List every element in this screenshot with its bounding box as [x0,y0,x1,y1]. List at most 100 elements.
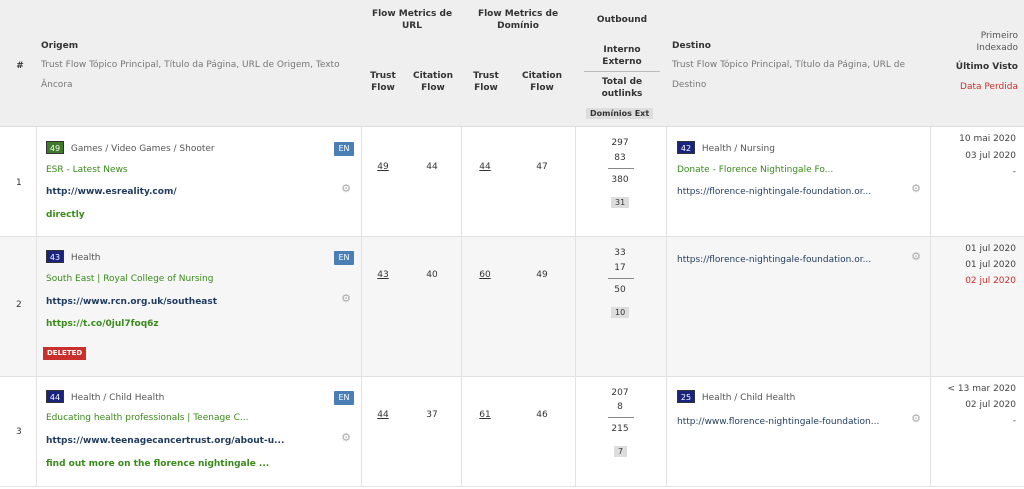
source-url-link[interactable]: https://www.teenagecancertrust.org/about… [46,436,284,446]
trust-flow-badge: 25 [677,390,695,403]
last-seen-date: 01 jul 2020 [965,260,1016,270]
language-badge: EN [334,251,354,265]
language-badge: EN [334,391,354,405]
trust-flow-badge: 49 [46,141,64,154]
col-dominios-ext-label: Domínios Ext [586,108,654,119]
source-url-link[interactable]: https://www.rcn.org.uk/southeast [46,297,217,307]
url-citation-flow: 44 [426,162,438,172]
trust-flow-badge: 43 [46,250,64,263]
col-dominios-ext-header[interactable]: Domínios Ext [586,108,654,119]
table-row: 2 43 Health EN South East | Royal Colleg… [0,237,1024,377]
outbound-total: 215 [611,424,629,434]
first-indexed-date: 10 mai 2020 [959,134,1016,144]
first-indexed-date: 01 jul 2020 [965,244,1016,254]
outbound-domains: 10 [611,307,630,318]
target-page-title[interactable]: Donate - Florence Nightingale Fo... [677,165,833,175]
outbound-internal: 297 [611,138,629,148]
col-origem-subheader: Trust Flow Tópico Principal, Título da P… [41,60,340,90]
col-primeiro-indexado-header[interactable]: Primeiro Indexado [952,30,1018,54]
col-url-trust-flow-header[interactable]: Trust Flow [366,70,400,94]
col-domain-citation-flow-header[interactable]: Citation Flow [518,70,566,94]
outbound-domains: 7 [614,446,628,457]
outbound-domains-value: 10 [611,307,630,318]
url-trust-flow-link[interactable]: 43 [372,270,394,280]
target-url-link[interactable]: http://www.florence-nightingale-foundati… [677,417,879,427]
row-index: 1 [16,178,22,188]
outbound-external: 83 [614,153,626,163]
row-index: 3 [16,427,22,437]
first-indexed-date: < 13 mar 2020 [947,384,1016,394]
col-index-header: # [16,61,24,71]
source-topic: 44 Health / Child Health [46,390,164,403]
outbound-total: 380 [611,175,629,185]
url-citation-flow: 40 [426,270,438,280]
row-index: 2 [16,300,22,310]
col-total-outlinks-header[interactable]: Total de outlinks [594,76,650,100]
topic-category: Health / Nursing [701,144,775,154]
source-page-title[interactable]: Educating health professionals | Teenage… [46,413,248,423]
gear-icon[interactable]: ⚙ [911,251,921,262]
col-flow-url-header: Flow Metrics de URL [371,9,453,31]
lost-date: - [1012,416,1016,426]
outbound-internal: 33 [614,248,626,258]
lost-date: - [1012,167,1016,177]
topic-category: Health / Child Health [70,393,165,403]
anchor-text: https://t.co/0jul7foq6z [46,319,159,329]
col-destino-header[interactable]: Destino [672,40,711,52]
lost-date: 02 jul 2020 [965,276,1016,286]
target-topic: 25 Health / Child Health [677,390,795,403]
trust-flow-badge: 44 [46,390,64,403]
target-topic: 42 Health / Nursing [677,141,775,154]
outbound-domains-value: 31 [611,197,630,208]
anchor-text: directly [46,210,85,220]
domain-trust-flow-link[interactable]: 60 [474,270,496,280]
gear-icon[interactable]: ⚙ [911,183,921,194]
last-seen-date: 02 jul 2020 [965,400,1016,410]
domain-citation-flow: 46 [536,410,548,420]
col-destino-subheader: Trust Flow Tópico Principal, Título da P… [672,60,905,90]
url-trust-flow-link[interactable]: 44 [372,410,394,420]
topic-category: Health / Child Health [701,393,796,403]
domain-citation-flow: 47 [536,162,548,172]
target-url-link[interactable]: https://florence-nightingale-foundation.… [677,255,871,265]
domain-trust-flow-link[interactable]: 61 [474,410,496,420]
col-ultimo-visto-header[interactable]: Último Visto [940,61,1018,73]
source-url-link[interactable]: http://www.esreality.com/ [46,187,177,197]
col-interno-externo-header[interactable]: Interno Externo [598,44,646,68]
outbound-total: 50 [614,285,626,295]
topic-category: Health [70,253,101,263]
outbound-external: 8 [617,402,623,412]
trust-flow-badge: 42 [677,141,695,154]
col-domain-trust-flow-header[interactable]: Trust Flow [468,70,504,94]
outbound-domains: 31 [611,197,630,208]
source-page-title[interactable]: ESR - Latest News [46,165,128,175]
table-row: 1 49 Games / Video Games / Shooter EN ES… [0,127,1024,237]
topic-category: Games / Video Games / Shooter [70,144,215,154]
language-badge: EN [334,142,354,156]
target-url-link[interactable]: https://florence-nightingale-foundation.… [677,187,871,197]
outbound-external: 17 [614,263,626,273]
gear-icon[interactable]: ⚙ [341,183,351,194]
gear-icon[interactable]: ⚙ [341,432,351,443]
outbound-domains-value: 7 [614,446,628,457]
deleted-badge: DELETED [43,347,87,360]
last-seen-date: 03 jul 2020 [965,151,1016,161]
col-outbound-header: Outbound [596,15,648,25]
anchor-text: find out more on the florence nightingal… [46,459,270,469]
url-citation-flow: 37 [426,410,438,420]
table-header: # Origem Trust Flow Tópico Principal, Tí… [0,0,1024,127]
col-url-citation-flow-header[interactable]: Citation Flow [410,70,456,94]
source-page-title[interactable]: South East | Royal College of Nursing [46,274,213,284]
gear-icon[interactable]: ⚙ [911,413,921,424]
col-flow-domain-header: Flow Metrics de Domínio [477,9,559,31]
table-row: 3 44 Health / Child Health EN Educating … [0,377,1024,487]
source-topic: 49 Games / Video Games / Shooter [46,141,215,154]
gear-icon[interactable]: ⚙ [341,293,351,304]
source-topic: 43 Health [46,250,100,263]
domain-trust-flow-link[interactable]: 44 [474,162,496,172]
url-trust-flow-link[interactable]: 49 [372,162,394,172]
outbound-internal: 207 [611,388,629,398]
col-origem-header[interactable]: Origem [41,40,78,52]
domain-citation-flow: 49 [536,270,548,280]
col-data-perdida-header[interactable]: Data Perdida [940,81,1018,93]
